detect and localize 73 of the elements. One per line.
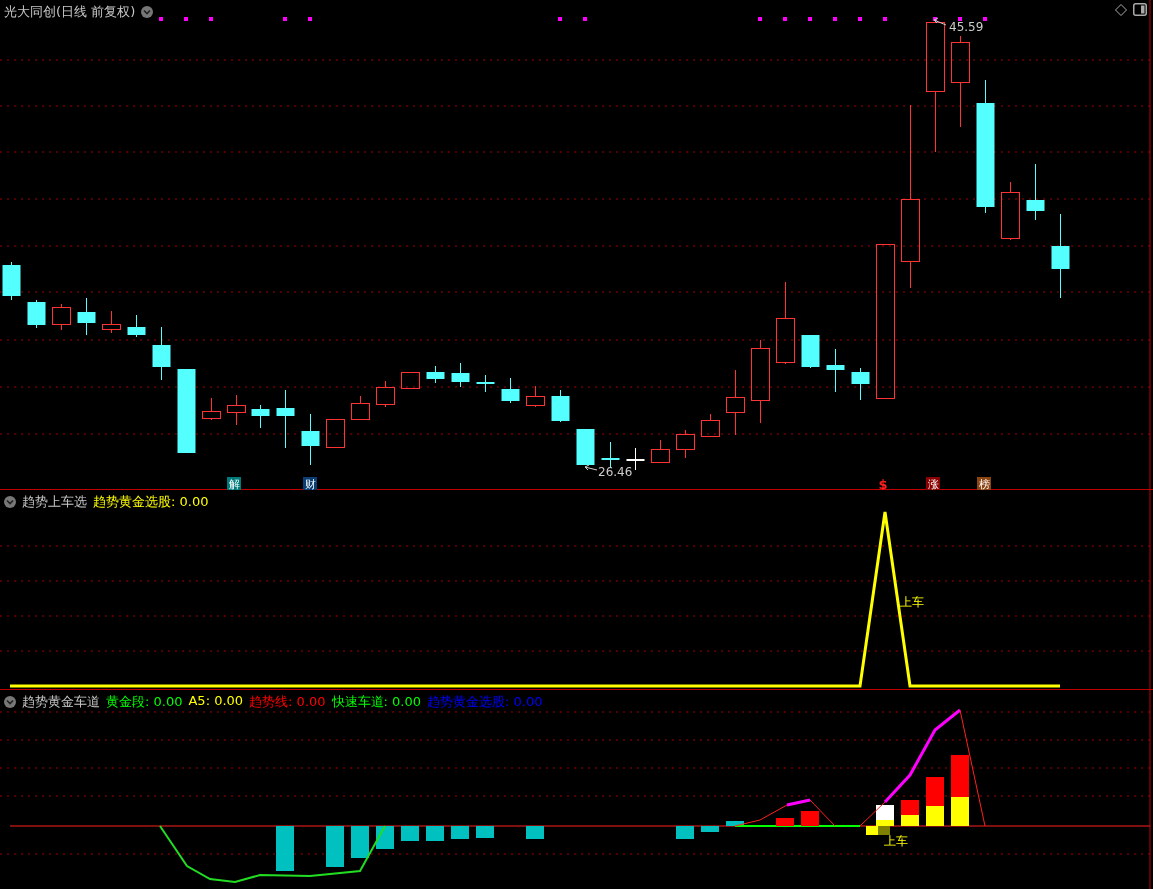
candlestick [476, 374, 495, 393]
candlestick [127, 314, 146, 338]
histogram-bar [901, 800, 919, 815]
candlestick [376, 380, 395, 408]
candlestick [676, 429, 695, 459]
signal-label: 上车 [900, 595, 924, 609]
candlestick [826, 348, 845, 393]
candlestick [52, 303, 71, 331]
event-marker[interactable]: 涨 [926, 477, 940, 490]
histogram-bar [801, 811, 819, 826]
legend-value: 趋势黄金选股: 0.00 [93, 493, 209, 511]
panel-toggle-icon[interactable] [1133, 3, 1147, 16]
legend-value: 趋势线: 0.00 [249, 693, 326, 711]
event-marker[interactable]: 解 [227, 477, 241, 490]
histogram-bar [426, 826, 444, 841]
histogram-bar [476, 826, 494, 838]
arrow-icon [584, 464, 598, 471]
panel-title: 光大同创(日线 前复权) [4, 3, 136, 21]
candlestick [651, 439, 670, 464]
candlestick [426, 365, 445, 384]
histogram-bar [726, 821, 744, 826]
candlestick [726, 369, 745, 436]
candlestick [27, 299, 46, 329]
candlestick [401, 371, 420, 389]
panel-title: 趋势黄金车道 [22, 693, 100, 711]
candlestick [576, 428, 595, 466]
candlestick [276, 389, 295, 449]
candlestick [202, 397, 221, 421]
candlestick [351, 395, 370, 421]
dropdown-icon[interactable] [141, 6, 154, 18]
histogram-bar [326, 826, 344, 867]
arrow-icon [933, 17, 947, 26]
histogram-bar [401, 826, 419, 841]
event-marker[interactable]: 榜 [977, 477, 991, 490]
high-price-label: 45.59 [949, 20, 984, 34]
candlestick [451, 362, 470, 388]
candlestick [801, 334, 820, 369]
histogram-bar [276, 826, 294, 871]
dropdown-icon[interactable] [4, 696, 16, 708]
event-marker[interactable]: 财 [303, 477, 317, 490]
panel-title: 趋势上车选 [22, 493, 87, 511]
histogram-bar [701, 826, 719, 832]
candlestick [851, 367, 870, 401]
candlestick [301, 413, 320, 466]
histogram-bar [901, 815, 919, 826]
candlestick [701, 413, 720, 438]
legend-value: A5: 0.00 [188, 693, 244, 710]
histogram-bar [451, 826, 469, 839]
candlestick [152, 326, 171, 381]
candlestick [526, 385, 545, 408]
candlestick [2, 261, 21, 301]
diamond-icon[interactable] [1115, 3, 1127, 16]
candlestick [77, 297, 96, 336]
candlestick [1026, 163, 1045, 221]
legend-value: 黄金段: 0.00 [106, 693, 183, 711]
candlestick [227, 394, 246, 426]
event-marker[interactable]: $ [878, 477, 888, 490]
legend-value: 快速车道: 0.00 [331, 693, 422, 711]
candlestick [102, 310, 121, 334]
candlestick [601, 441, 620, 469]
candlestick [551, 389, 570, 423]
histogram-bar [776, 818, 794, 826]
low-price-label: 26.46 [598, 465, 633, 479]
histogram-bar [676, 826, 694, 839]
legend-value: 趋势黄金选股: 0.00 [427, 693, 543, 711]
candlestick [1001, 181, 1020, 241]
candlestick [501, 377, 520, 404]
histogram-bar [526, 826, 544, 839]
candlestick [251, 404, 270, 429]
dropdown-icon[interactable] [4, 496, 16, 508]
signal-label: 上车 [884, 834, 908, 848]
histogram-bar [351, 826, 369, 858]
candlestick [326, 418, 345, 448]
